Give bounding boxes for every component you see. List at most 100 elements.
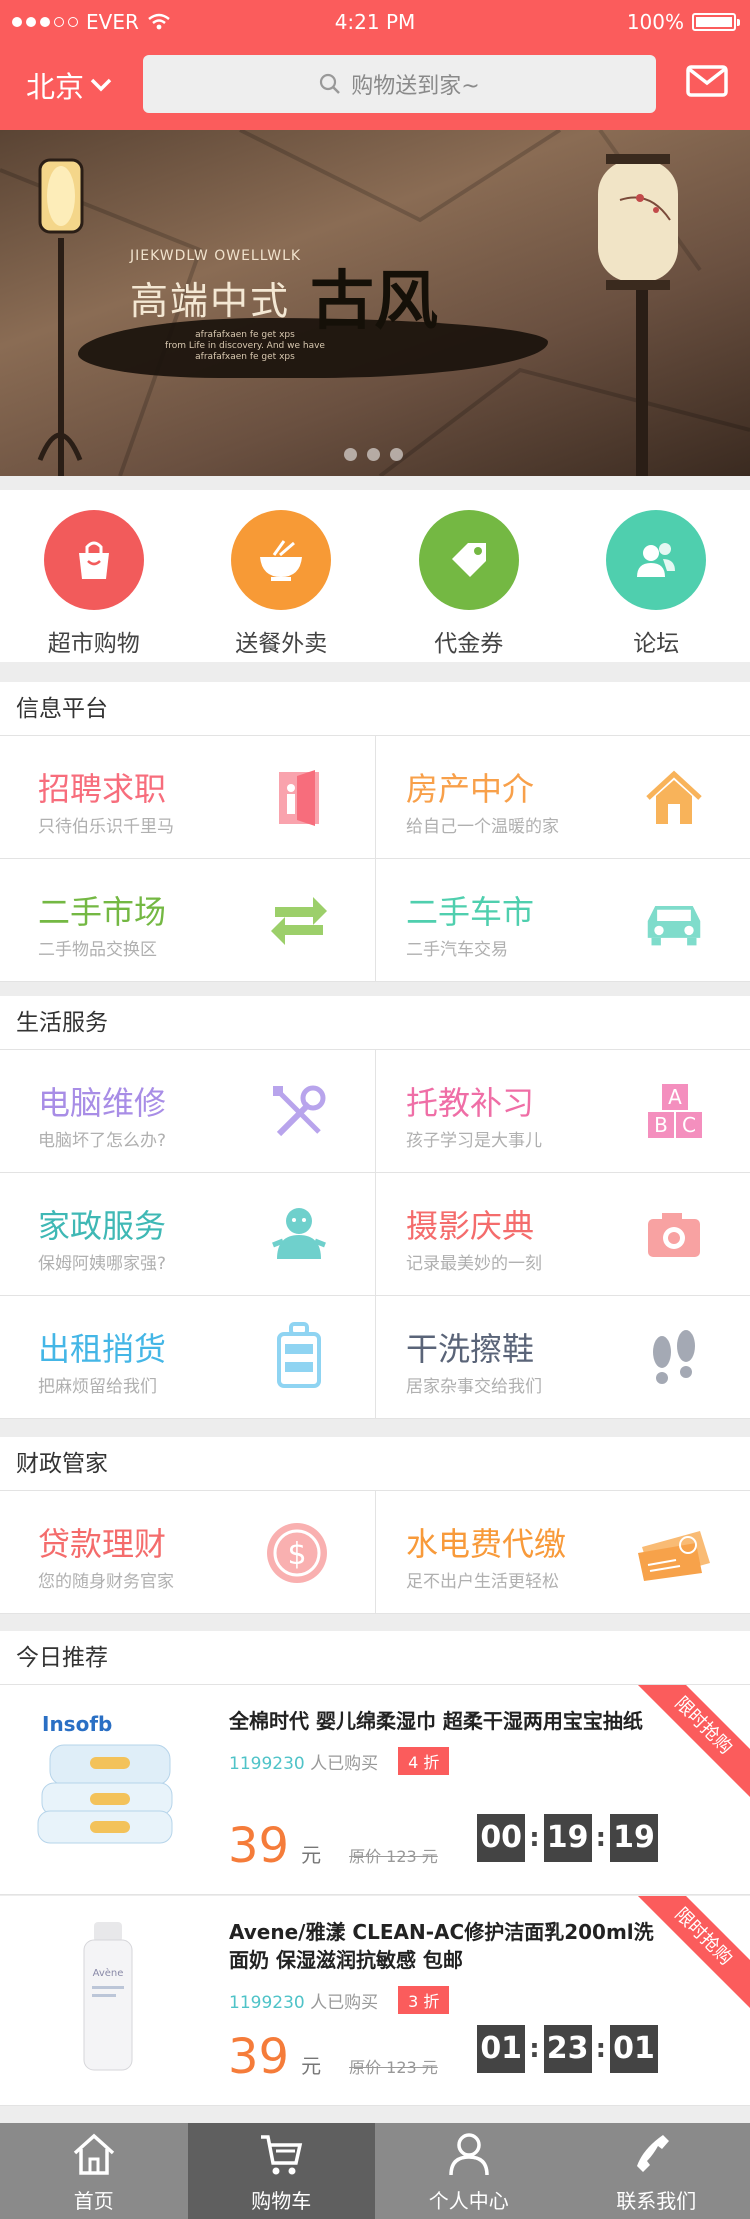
city-selector[interactable]: 北京 xyxy=(26,64,112,106)
service-subtitle: 给自己一个温暖的家 xyxy=(406,817,559,837)
product-image-cleanser: Avène xyxy=(83,1922,133,2071)
service-utilities[interactable]: 水电费代缴 足不出户生活更轻松 xyxy=(375,1491,750,1614)
top-bar: EVER 4:21 PM 100% 北京 购物送到家~ xyxy=(0,0,750,130)
service-subtitle: 记录最美妙的一刻 xyxy=(406,1254,542,1274)
tab-contact[interactable]: 联系我们 xyxy=(563,2123,750,2219)
service-recruitment[interactable]: 招聘求职 只待伯乐识千里马 xyxy=(0,736,375,859)
tab-profile[interactable]: 个人中心 xyxy=(375,2123,563,2219)
user-icon xyxy=(449,2133,489,2176)
users-icon xyxy=(606,510,707,610)
search-input[interactable]: 购物送到家~ xyxy=(143,55,656,113)
category-supermarket[interactable]: 超市购物 xyxy=(0,490,188,662)
service-subtitle: 您的随身财务官家 xyxy=(38,1572,174,1592)
price-unit: 元 xyxy=(301,2054,322,2078)
footprints-icon xyxy=(653,1330,695,1384)
timer-hours: 00 xyxy=(477,1814,526,1862)
banner-dot[interactable] xyxy=(390,448,403,461)
svg-text:$: $ xyxy=(287,1537,306,1572)
service-subtitle: 二手汽车交易 xyxy=(406,940,508,960)
service-subtitle: 足不出户生活更轻松 xyxy=(406,1572,559,1592)
product-price: 39 元 原价 123 元 xyxy=(228,2029,438,2085)
original-price: 原价 123 元 xyxy=(349,1847,438,1866)
banner-subtitle: JIEKWDLW OWELLWLK xyxy=(130,248,302,264)
shopping-bag-icon xyxy=(43,510,144,610)
banner-dot[interactable] xyxy=(367,448,380,461)
timer-minutes: 19 xyxy=(543,1814,592,1862)
tab-label: 首页 xyxy=(73,2189,114,2213)
service-delivery[interactable]: 出租捎货 把麻烦留给我们 xyxy=(0,1296,375,1419)
service-loans[interactable]: 贷款理财 您的随身财务官家 $ xyxy=(0,1491,375,1614)
tab-label: 个人中心 xyxy=(428,2189,509,2213)
banner-dot[interactable] xyxy=(344,448,357,461)
section-header-finance: 财政管家 xyxy=(0,1437,750,1491)
service-title: 电脑维修 xyxy=(38,1084,167,1122)
section-header-info: 信息平台 xyxy=(0,682,750,736)
category-label: 送餐外卖 xyxy=(235,631,328,657)
discount-badge: 3 折 xyxy=(398,1986,450,2014)
category-voucher[interactable]: 代金券 xyxy=(375,490,563,662)
timer-seconds: 01 xyxy=(610,2025,658,2073)
service-laundry[interactable]: 干洗擦鞋 居家杂事交给我们 xyxy=(375,1296,750,1419)
mail-icon[interactable] xyxy=(686,64,728,98)
luggage-icon xyxy=(277,1322,321,1388)
sold-unit: 人已购买 xyxy=(310,1992,379,2013)
battery-percent: 100% xyxy=(626,10,684,34)
sold-number: 1199230 xyxy=(229,1753,305,1774)
service-title: 摄影庆典 xyxy=(406,1207,535,1245)
service-computer-repair[interactable]: 电脑维修 电脑坏了怎么办? xyxy=(0,1050,375,1173)
banner-pagination[interactable] xyxy=(344,448,403,461)
product-image-wipes: Insofb xyxy=(37,1712,173,1844)
noodle-bowl-icon xyxy=(231,510,332,610)
countdown-timer: 01 : 23 : 01 xyxy=(477,2025,658,2073)
timer-hours: 01 xyxy=(477,2025,526,2073)
timer-minutes: 23 xyxy=(543,2025,592,2073)
discount-badge: 4 折 xyxy=(398,1747,450,1775)
tab-home[interactable]: 首页 xyxy=(0,2123,188,2219)
service-title: 贷款理财 xyxy=(38,1525,167,1563)
price-value: 39 xyxy=(228,2029,290,2085)
search-icon xyxy=(320,73,341,94)
promo-banner[interactable]: JIEKWDLW OWELLWLK 高端中式 古风 afrafafxaen fe… xyxy=(0,130,750,476)
sold-number: 1199230 xyxy=(229,1992,305,2013)
price-unit: 元 xyxy=(301,1843,322,1867)
exchange-arrows-icon xyxy=(271,897,327,945)
brand-logo-text: Avène xyxy=(93,1967,124,1979)
category-label: 论坛 xyxy=(633,631,680,657)
car-icon xyxy=(647,906,701,946)
tab-cart[interactable]: 购物车 xyxy=(187,2123,375,2219)
price-value: 39 xyxy=(228,1818,290,1874)
product-name[interactable]: 全棉时代 婴儿绵柔湿巾 超柔干湿两用宝宝抽纸 xyxy=(229,1707,669,1735)
category-takeout[interactable]: 送餐外卖 xyxy=(188,490,376,662)
sold-count: 1199230 人已购买 xyxy=(229,1988,378,2013)
product-card[interactable]: Avène Avene/雅漾 CLEAN-AC修护洁面乳200ml洗面奶 保湿滋… xyxy=(0,1896,750,2106)
city-label: 北京 xyxy=(26,70,85,104)
finance-grid: 贷款理财 您的随身财务官家 $ 水电费代缴 足不出户生活更轻松 xyxy=(0,1491,750,1614)
banner-small-text: afrafafxaen fe get xps from Life in disc… xyxy=(165,330,325,362)
service-secondhand[interactable]: 二手市场 二手物品交换区 xyxy=(0,859,375,982)
battery-icon xyxy=(692,13,740,31)
product-card[interactable]: Insofb 全棉时代 婴儿绵柔湿巾 超柔干湿两用宝宝抽纸 1199230 人已… xyxy=(0,1685,750,1895)
status-right: 100% xyxy=(626,0,740,44)
timer-separator: : xyxy=(529,1823,540,1853)
service-title: 干洗擦鞋 xyxy=(406,1330,535,1368)
timer-separator: : xyxy=(595,2034,606,2064)
service-photography[interactable]: 摄影庆典 记录最美妙的一刻 xyxy=(375,1173,750,1296)
service-title: 二手市场 xyxy=(38,893,167,931)
service-subtitle: 电脑坏了怎么办? xyxy=(38,1131,167,1151)
camera-icon xyxy=(648,1213,700,1257)
flash-sale-ribbon: 限时抢购 xyxy=(623,1685,750,1806)
product-name[interactable]: Avene/雅漾 CLEAN-AC修护洁面乳200ml洗面奶 保湿滋润抗敏感 包… xyxy=(229,1918,669,1974)
service-title: 二手车市 xyxy=(406,893,535,931)
timer-separator: : xyxy=(595,1823,606,1853)
service-tutoring[interactable]: 托教补习 孩子学习是大事儿 ABC xyxy=(375,1050,750,1173)
cart-icon xyxy=(261,2135,303,2175)
service-usedcars[interactable]: 二手车市 二手汽车交易 xyxy=(375,859,750,982)
service-subtitle: 把麻烦留给我们 xyxy=(38,1377,157,1397)
sold-count: 1199230 人已购买 xyxy=(229,1749,378,1774)
service-housekeeping[interactable]: 家政服务 保姆阿姨哪家强? xyxy=(0,1173,375,1296)
category-forum[interactable]: 论坛 xyxy=(563,490,750,662)
banner-calligraphy: 古风 xyxy=(310,264,438,339)
service-realestate[interactable]: 房产中介 给自己一个温暖的家 xyxy=(375,736,750,859)
timer-seconds: 19 xyxy=(610,1814,658,1862)
service-title: 招聘求职 xyxy=(38,770,167,808)
